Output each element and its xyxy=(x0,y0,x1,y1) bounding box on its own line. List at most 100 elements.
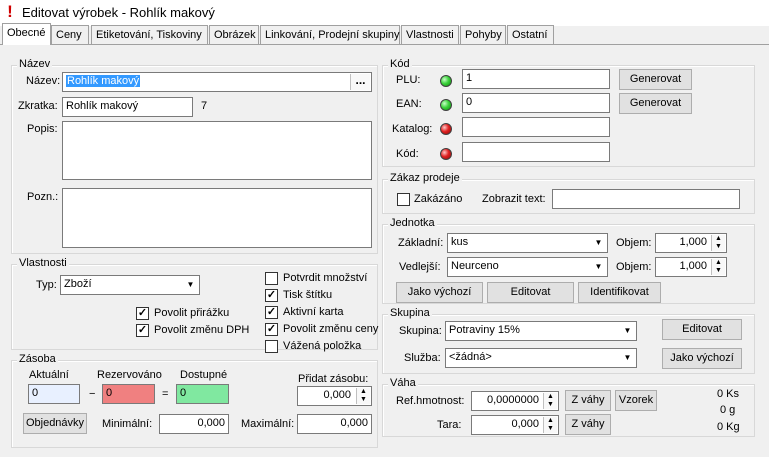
name-ellipsis-button[interactable]: ... xyxy=(350,74,370,90)
vedlejsi-select[interactable]: Neurceno ▼ xyxy=(447,257,608,277)
kod-field[interactable] xyxy=(462,142,610,162)
objem1-field[interactable]: 1,000 ▲ ▼ xyxy=(655,233,727,253)
group-jednotka: Jednotka Základní: kus ▼ Objem: 1,000 ▲ ▼… xyxy=(382,217,755,304)
dostupne-label: Dostupné xyxy=(180,369,228,381)
pozn-label: Pozn.: xyxy=(27,191,59,203)
objednavky-button[interactable]: Objednávky xyxy=(23,413,87,434)
plu-status-icon xyxy=(440,75,452,87)
spin-arrows-icon[interactable]: ▲ ▼ xyxy=(543,393,557,409)
skupina-select-value: Potraviny 15% xyxy=(449,324,520,336)
plu-generovat-button[interactable]: Generovat xyxy=(619,69,692,90)
ean-generovat-button[interactable]: Generovat xyxy=(619,93,692,114)
vazena-polozka-checkbox[interactable] xyxy=(265,340,278,353)
tab-vlastnosti[interactable]: Vlastnosti xyxy=(401,25,459,44)
spin-arrows-icon[interactable]: ▲ ▼ xyxy=(711,259,725,275)
short-label: Zkratka: xyxy=(18,100,58,112)
tab-ceny[interactable]: Ceny xyxy=(51,25,89,44)
ref-z-vahy-button[interactable]: Z váhy xyxy=(565,390,611,411)
tab-strip: Obecné Ceny Etiketování, Tiskoviny Obráz… xyxy=(0,23,769,45)
objem2-field[interactable]: 1,000 ▲ ▼ xyxy=(655,257,727,277)
aktualni-field: 0 xyxy=(28,384,80,404)
minimalni-label: Minimální: xyxy=(102,418,153,430)
skupina-select[interactable]: Potraviny 15% ▼ xyxy=(445,321,637,341)
group-nazev: Název Název: Rohlík makový ... Zkratka: … xyxy=(11,58,378,254)
povolit-prirazku-label: Povolit přirážku xyxy=(154,307,230,319)
group-jednotka-label: Jednotka xyxy=(388,217,437,229)
weight-kg-readout: 0 Kg xyxy=(717,421,740,433)
typ-select[interactable]: Zboží ▼ xyxy=(60,275,200,295)
povolit-zmenu-dph-checkbox[interactable]: ✓ xyxy=(136,324,149,337)
plu-field[interactable]: 1 xyxy=(462,69,610,89)
vedlejsi-select-value: Neurceno xyxy=(451,260,499,272)
chevron-down-icon: ▼ xyxy=(620,323,635,339)
ean-field[interactable]: 0 xyxy=(462,93,610,113)
zakazano-checkbox[interactable] xyxy=(397,193,410,206)
povolit-zmenu-ceny-checkbox[interactable]: ✓ xyxy=(265,323,278,336)
group-vlastnosti: Vlastnosti Typ: Zboží ▼ ✓ Povolit přiráž… xyxy=(11,257,378,353)
spin-arrows-icon[interactable]: ▲ ▼ xyxy=(356,388,370,404)
sluzba-select-value: <žádná> xyxy=(449,351,492,363)
tara-z-vahy-button[interactable]: Z váhy xyxy=(565,414,611,435)
weight-g-readout: 0 g xyxy=(720,404,736,416)
name-label: Název: xyxy=(26,75,61,87)
potvrdit-mnozstvi-label: Potvrdit množství xyxy=(283,272,368,284)
skupina-jako-vychozi-button[interactable]: Jako výchozí xyxy=(662,348,742,369)
name-field-text: Rohlík makový xyxy=(66,75,141,87)
zakladni-select-value: kus xyxy=(451,236,469,248)
zakladni-select[interactable]: kus ▼ xyxy=(447,233,608,253)
group-nazev-label: Název xyxy=(17,58,53,70)
pridat-zasobu-value: 0,000 xyxy=(323,389,351,401)
ref-hmotnost-field[interactable]: 0,0000000 ▲ ▼ xyxy=(471,391,559,411)
window-title: Editovat výrobek - Rohlík makový xyxy=(22,5,215,20)
pridat-zasobu-label: Přidat zásobu: xyxy=(298,373,369,385)
zobrazit-text-field[interactable] xyxy=(552,189,740,209)
potvrdit-mnozstvi-checkbox[interactable] xyxy=(265,272,278,285)
aktivni-karta-checkbox[interactable]: ✓ xyxy=(265,306,278,319)
sluzba-label: Služba: xyxy=(404,352,441,364)
short-field[interactable]: Rohlík makový xyxy=(62,97,193,117)
katalog-status-icon xyxy=(440,123,452,135)
name-field[interactable]: Rohlík makový ... xyxy=(62,72,372,92)
minimalni-field[interactable]: 0,000 xyxy=(159,414,229,434)
kod-label: Kód: xyxy=(396,148,419,160)
kod-status-icon xyxy=(440,148,452,160)
typ-label: Typ: xyxy=(36,279,57,291)
tara-value: 0,000 xyxy=(511,418,539,430)
tisk-stitku-checkbox[interactable]: ✓ xyxy=(265,289,278,302)
group-zasoba-label: Zásoba xyxy=(17,353,58,365)
povolit-prirazku-checkbox[interactable]: ✓ xyxy=(136,307,149,320)
tab-linkovani[interactable]: Linkování, Prodejní skupiny xyxy=(260,25,400,44)
tisk-stitku-label: Tisk štítku xyxy=(283,289,333,301)
objem1-value: 1,000 xyxy=(679,236,707,248)
equals-sign: = xyxy=(162,388,169,400)
group-vlastnosti-label: Vlastnosti xyxy=(17,257,69,269)
tab-pohyby[interactable]: Pohyby xyxy=(460,25,506,44)
pridat-zasobu-field[interactable]: 0,000 ▲ ▼ xyxy=(297,386,372,406)
rezervovano-field: 0 xyxy=(102,384,155,404)
povolit-zmenu-dph-label: Povolit změnu DPH xyxy=(154,324,250,336)
tab-obrazek[interactable]: Obrázek xyxy=(209,25,259,44)
jednotka-editovat-button[interactable]: Editovat xyxy=(487,282,574,303)
maximalni-label: Maximální: xyxy=(241,418,295,430)
group-skupina-label: Skupina xyxy=(388,307,432,319)
skupina-editovat-button[interactable]: Editovat xyxy=(662,319,742,340)
jednotka-jako-vychozi-button[interactable]: Jako výchozí xyxy=(396,282,483,303)
tab-ostatni[interactable]: Ostatní xyxy=(507,25,554,44)
popis-label: Popis: xyxy=(27,123,58,135)
popis-field[interactable] xyxy=(62,121,372,180)
katalog-field[interactable] xyxy=(462,117,610,137)
tab-etiketovani[interactable]: Etiketování, Tiskoviny xyxy=(91,25,208,44)
tara-field[interactable]: 0,000 ▲ ▼ xyxy=(471,415,559,435)
ean-label: EAN: xyxy=(396,98,422,110)
pozn-field[interactable] xyxy=(62,188,372,248)
tab-obecne[interactable]: Obecné xyxy=(2,23,51,45)
minus-sign: − xyxy=(89,388,96,400)
maximalni-field[interactable]: 0,000 xyxy=(297,414,372,434)
spin-arrows-icon[interactable]: ▲ ▼ xyxy=(543,417,557,433)
group-vaha-label: Váha xyxy=(388,377,418,389)
identifikovat-button[interactable]: Identifikovat xyxy=(578,282,661,303)
sluzba-select[interactable]: <žádná> ▼ xyxy=(445,348,637,368)
typ-select-value: Zboží xyxy=(64,278,92,290)
vzorek-button[interactable]: Vzorek xyxy=(615,390,657,411)
spin-arrows-icon[interactable]: ▲ ▼ xyxy=(711,235,725,251)
